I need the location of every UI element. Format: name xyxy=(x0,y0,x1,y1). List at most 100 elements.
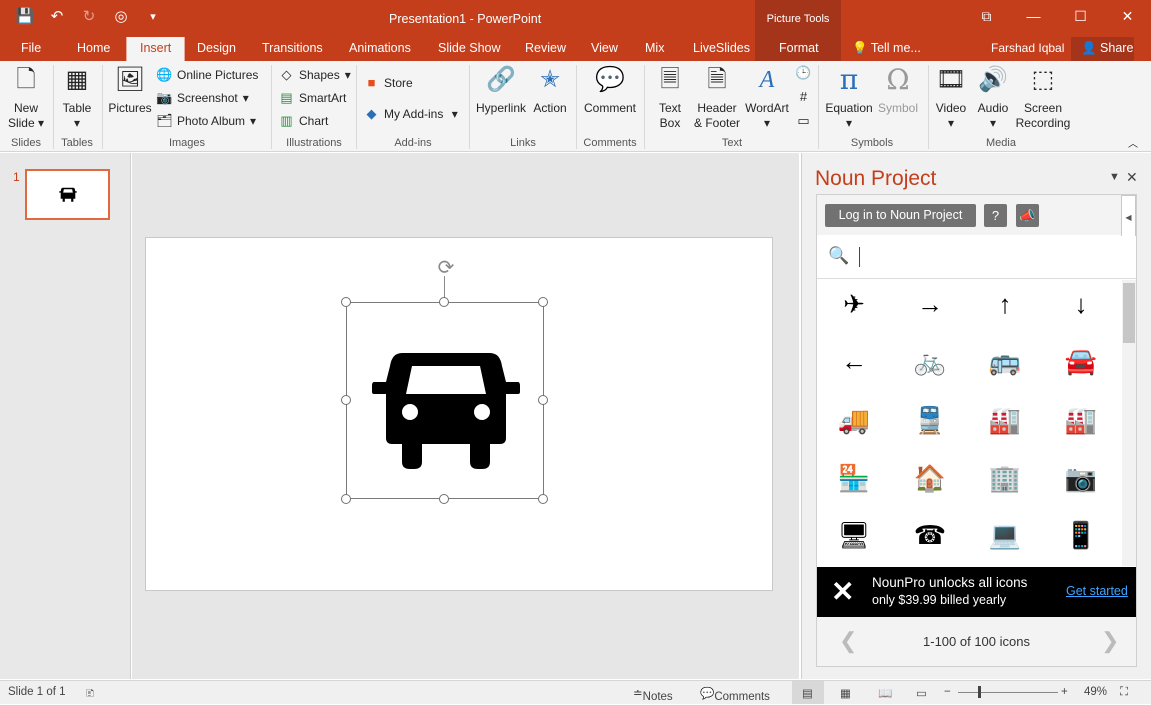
tab-format[interactable]: Format xyxy=(779,41,819,55)
bicycle-icon[interactable]: 🚲 xyxy=(910,341,950,381)
resize-handle[interactable] xyxy=(341,494,351,504)
scrollbar-thumb[interactable] xyxy=(1123,283,1135,343)
object-button[interactable]: ▭ xyxy=(796,113,811,128)
smartart-button[interactable]: ▤ SmartArt xyxy=(279,90,346,105)
announce-icon[interactable]: 📣 xyxy=(1016,204,1039,227)
monitor-icon[interactable]: 🖥 xyxy=(834,515,874,555)
tab-transitions[interactable]: Transitions xyxy=(262,41,323,55)
save-icon[interactable]: 💾 xyxy=(14,7,36,25)
icon-search[interactable]: 🔍 xyxy=(817,236,1136,279)
help-icon[interactable]: ? xyxy=(984,204,1007,227)
telephone-icon[interactable]: ☎ xyxy=(910,515,950,555)
ribbon-display-options-icon[interactable]: ⧉ xyxy=(963,0,1010,32)
normal-view-icon[interactable]: ▤ xyxy=(802,686,813,700)
user-name[interactable]: Farshad Iqbal xyxy=(991,41,1064,55)
resize-handle[interactable] xyxy=(341,395,351,405)
rotate-handle-icon[interactable]: ⟳ xyxy=(435,257,457,279)
pane-options-icon[interactable]: ▼ xyxy=(1109,171,1120,183)
tab-slide-show[interactable]: Slide Show xyxy=(438,41,501,55)
city-icon[interactable]: 🏭 xyxy=(985,400,1025,440)
tab-insert[interactable]: Insert xyxy=(126,37,186,61)
zoom-out-icon[interactable]: − xyxy=(944,686,951,698)
chart-button[interactable]: ▥ Chart xyxy=(279,113,328,128)
zoom-in-icon[interactable]: + xyxy=(1061,686,1068,698)
start-from-beginning-icon[interactable]: ◎ xyxy=(110,7,132,25)
audio-button[interactable]: 🔊 Audio ▾ xyxy=(973,65,1013,131)
laptop-icon[interactable]: 💻 xyxy=(985,515,1025,555)
screen-recording-button[interactable]: ⬚ Screen Recording xyxy=(1014,65,1072,131)
arrow-left-icon[interactable]: ← xyxy=(834,341,874,381)
resize-handle[interactable] xyxy=(439,297,449,307)
shapes-button[interactable]: ◇ Shapes ▾ xyxy=(279,67,351,82)
slide-thumbnail[interactable] xyxy=(25,169,110,220)
action-button[interactable]: ✭ Action xyxy=(530,65,570,116)
pictures-button[interactable]: 🖼 Pictures xyxy=(107,65,153,116)
maximize-icon[interactable]: ☐ xyxy=(1057,0,1104,32)
reading-view-icon[interactable]: 📖 xyxy=(878,686,892,700)
resize-handle[interactable] xyxy=(439,494,449,504)
truck-icon[interactable]: 🚚 xyxy=(834,400,874,440)
photo-album-button[interactable]: 🗂 Photo Album ▾ xyxy=(156,113,256,128)
airplane-icon[interactable]: ✈ xyxy=(834,284,874,324)
resize-handle[interactable] xyxy=(538,395,548,405)
house-icon[interactable]: 🏠 xyxy=(910,458,950,498)
camera-icon[interactable]: 📷 xyxy=(1061,458,1101,498)
zoom-slider[interactable] xyxy=(958,692,1058,693)
symbol-button[interactable]: Ω Symbol xyxy=(876,65,920,116)
new-slide-button[interactable]: 🗋 New Slide ▾ xyxy=(6,65,46,131)
resize-handle[interactable] xyxy=(538,494,548,504)
minimize-icon[interactable]: — xyxy=(1010,0,1057,32)
search-input[interactable] xyxy=(861,247,1111,267)
resize-handle[interactable] xyxy=(341,297,351,307)
hyperlink-button[interactable]: 🔗 Hyperlink xyxy=(474,65,528,116)
tab-liveslides[interactable]: LiveSlides xyxy=(693,41,750,55)
equation-button[interactable]: π Equation ▾ xyxy=(824,65,874,131)
factory-icon[interactable]: 🏭 xyxy=(1061,400,1101,440)
table-button[interactable]: ▦ Table ▾ xyxy=(58,65,96,131)
notes-button[interactable]: ≐ Notes xyxy=(633,686,673,703)
date-time-button[interactable]: 🕒 xyxy=(795,65,811,80)
get-started-link[interactable]: Get started xyxy=(1066,584,1128,598)
collapse-panel-icon[interactable]: ◀ xyxy=(1121,195,1136,239)
wordart-button[interactable]: A WordArt ▾ xyxy=(744,65,790,131)
customize-qat-icon[interactable]: ▾ xyxy=(142,10,164,23)
zoom-level[interactable]: 49% xyxy=(1084,686,1107,698)
close-pane-icon[interactable]: ✕ xyxy=(1126,169,1138,186)
arrow-up-icon[interactable]: ↑ xyxy=(985,284,1025,324)
next-page-icon[interactable]: ❯ xyxy=(1101,628,1119,654)
screenshot-button[interactable]: 📷 Screenshot ▾ xyxy=(156,90,248,105)
resize-handle[interactable] xyxy=(538,297,548,307)
collapse-ribbon-icon[interactable]: ︿ xyxy=(1128,135,1138,150)
redo-icon[interactable]: ↻ xyxy=(78,7,100,25)
tab-file[interactable]: File xyxy=(21,41,41,55)
tab-home[interactable]: Home xyxy=(77,41,110,55)
building-icon[interactable]: 🏢 xyxy=(985,458,1025,498)
slide-show-icon[interactable]: ▭ xyxy=(916,686,927,700)
comments-button[interactable]: 💬 Comments xyxy=(700,686,770,703)
zoom-slider-thumb[interactable] xyxy=(978,686,981,698)
store-icon[interactable]: 🏪 xyxy=(834,458,874,498)
slide-number-button[interactable]: # xyxy=(796,89,811,104)
store-button[interactable]: ■ Store xyxy=(364,75,413,90)
video-button[interactable]: 🎞 Video ▾ xyxy=(932,65,970,131)
my-addins-button[interactable]: ◆ My Add-ins ▾ xyxy=(364,106,458,121)
tell-me-search[interactable]: 💡 Tell me... xyxy=(852,41,921,56)
mobile-phone-icon[interactable]: 📱 xyxy=(1061,515,1101,555)
spell-check-icon[interactable]: 🗈 xyxy=(86,686,94,705)
arrow-right-icon[interactable]: → xyxy=(910,284,950,324)
tab-view[interactable]: View xyxy=(591,41,618,55)
tab-mix[interactable]: Mix xyxy=(645,41,664,55)
tab-animations[interactable]: Animations xyxy=(349,41,411,55)
online-pictures-button[interactable]: 🌐 Online Pictures xyxy=(156,67,258,82)
tab-design[interactable]: Design xyxy=(197,41,236,55)
fit-slide-icon[interactable]: ⛶ xyxy=(1120,686,1128,699)
icon-grid-scrollbar[interactable] xyxy=(1122,280,1136,566)
train-icon[interactable]: 🚆 xyxy=(910,400,950,440)
car-icon[interactable]: 🚘 xyxy=(1061,341,1101,381)
slide-sorter-icon[interactable]: ▦ xyxy=(840,686,851,700)
close-icon[interactable]: ✕ xyxy=(1104,0,1151,32)
bus-icon[interactable]: 🚌 xyxy=(985,341,1025,381)
undo-icon[interactable]: ↶ xyxy=(46,7,68,25)
arrow-down-icon[interactable]: ↓ xyxy=(1061,284,1101,324)
login-button[interactable]: Log in to Noun Project xyxy=(825,204,976,227)
